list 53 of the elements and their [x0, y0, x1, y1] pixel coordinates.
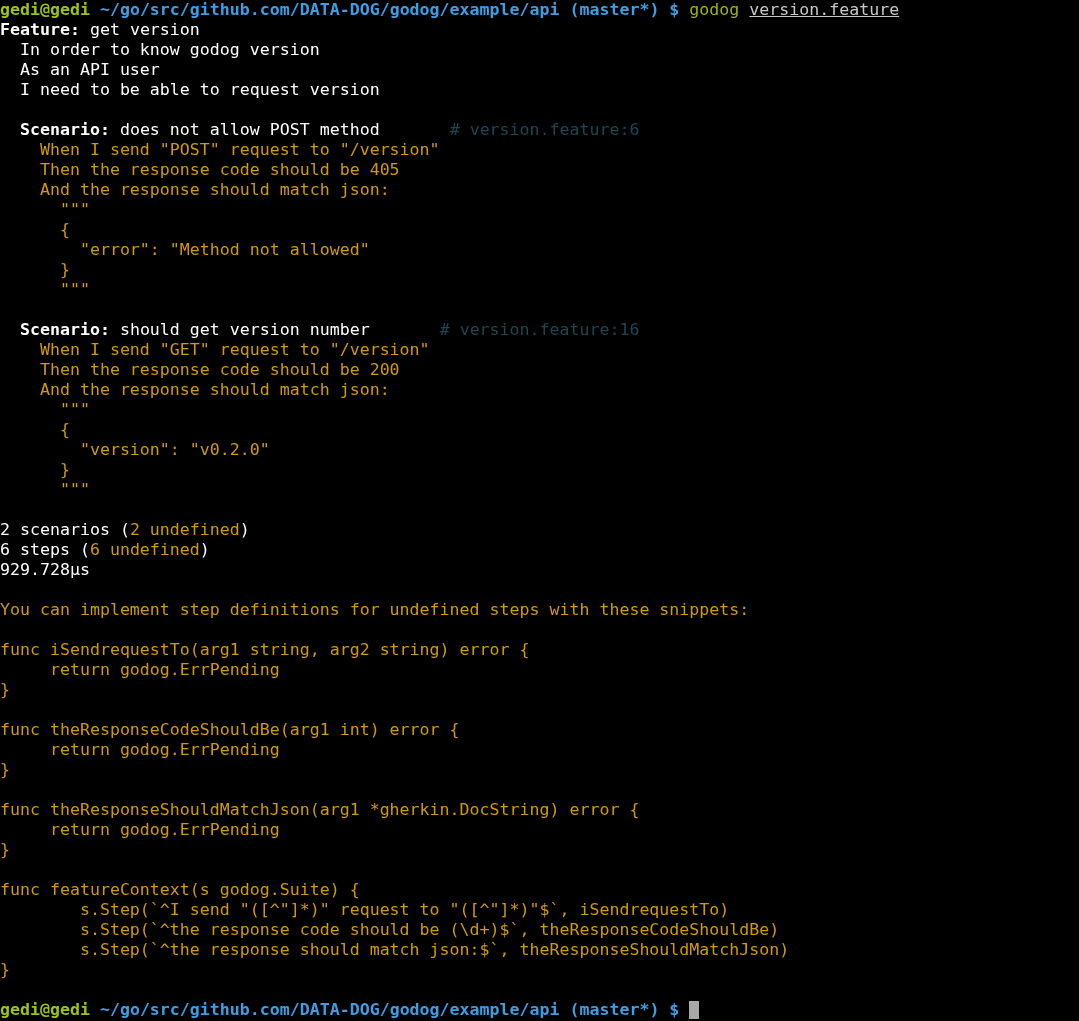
step-text: """ [58, 400, 90, 420]
snippet-text: You can implement step definitions for undefined steps with these snippets: [0, 600, 750, 620]
snippet-text: return godog.ErrPending [48, 820, 280, 840]
snippet-text: } [0, 960, 10, 980]
step-text: Then the response code should be 200 [38, 360, 400, 380]
snippet-text: func theResponseShouldMatchJson(arg1 *gherkin.DocString) error { [0, 800, 640, 820]
step-text: Then the response code should be 405 [38, 160, 400, 180]
snippet-text: return godog.ErrPending [48, 660, 280, 680]
heading-text: Feature: get version [0, 20, 200, 40]
snippet-text: s.Step(`^the response code should be (\d+)$`, theResponseCodeShouldBe) [78, 920, 780, 940]
command-text: godog [689, 0, 740, 20]
output-text: I need to be able to request version [18, 80, 380, 100]
step-text: { [58, 420, 70, 440]
output-text: ) [239, 520, 250, 540]
cursor-block-icon [689, 1001, 700, 1019]
comment-text: # version.feature:6 [449, 120, 640, 140]
snippet-text: func theResponseCodeShouldBe(arg1 int) error { [0, 720, 460, 740]
step-text: "version": "v0.2.0" [78, 440, 270, 460]
step-text: } [58, 260, 70, 280]
prompt-path: ~/go/src/github.com/DATA-DOG/godog/example/api (master*) $ [99, 1000, 680, 1020]
step-text: When I send "GET" request to "/version" [38, 340, 430, 360]
output-text: 929.728µs [0, 560, 90, 580]
step-text: And the response should match json: [38, 180, 390, 200]
snippet-text: } [0, 840, 10, 860]
output-text: 6 steps ( [0, 540, 90, 560]
output-text: 2 scenarios ( [0, 520, 130, 540]
snippet-text: } [0, 760, 10, 780]
prompt-path: ~/go/src/github.com/DATA-DOG/godog/example/api (master*) $ [99, 0, 680, 20]
undefined-count: 2 undefined [129, 520, 240, 540]
step-text: } [58, 460, 70, 480]
step-text: "error": "Method not allowed" [78, 240, 370, 260]
command-argument: version.feature [749, 0, 900, 20]
step-text: When I send "POST" request to "/version" [38, 140, 440, 160]
snippet-text: } [0, 680, 10, 700]
output-text: ) [199, 540, 210, 560]
step-text: """ [58, 280, 90, 300]
snippet-text: s.Step(`^I send "([^"]*)" request to "([^"]*)"$`, iSendrequestTo) [78, 900, 730, 920]
step-text: { [58, 220, 70, 240]
output-text: As an API user [18, 60, 160, 80]
snippet-text: return godog.ErrPending [48, 740, 280, 760]
snippet-text: func featureContext(s godog.Suite) { [0, 880, 360, 900]
step-text: """ [58, 480, 90, 500]
snippet-text: func iSendrequestTo(arg1 string, arg2 string) error { [0, 640, 530, 660]
heading-text: Scenario: does not allow POST method [19, 120, 380, 140]
step-text: And the response should match json: [38, 380, 390, 400]
prompt-user: gedi@gedi [0, 0, 90, 20]
step-text: """ [58, 200, 90, 220]
output-text: In order to know godog version [18, 40, 320, 60]
undefined-count: 6 undefined [89, 540, 200, 560]
prompt-user: gedi@gedi [0, 1000, 90, 1020]
snippet-text: s.Step(`^the response should match json:$`, theResponseShouldMatchJson) [78, 940, 790, 960]
heading-text: Scenario: should get version number [19, 320, 370, 340]
comment-text: # version.feature:16 [439, 320, 640, 340]
